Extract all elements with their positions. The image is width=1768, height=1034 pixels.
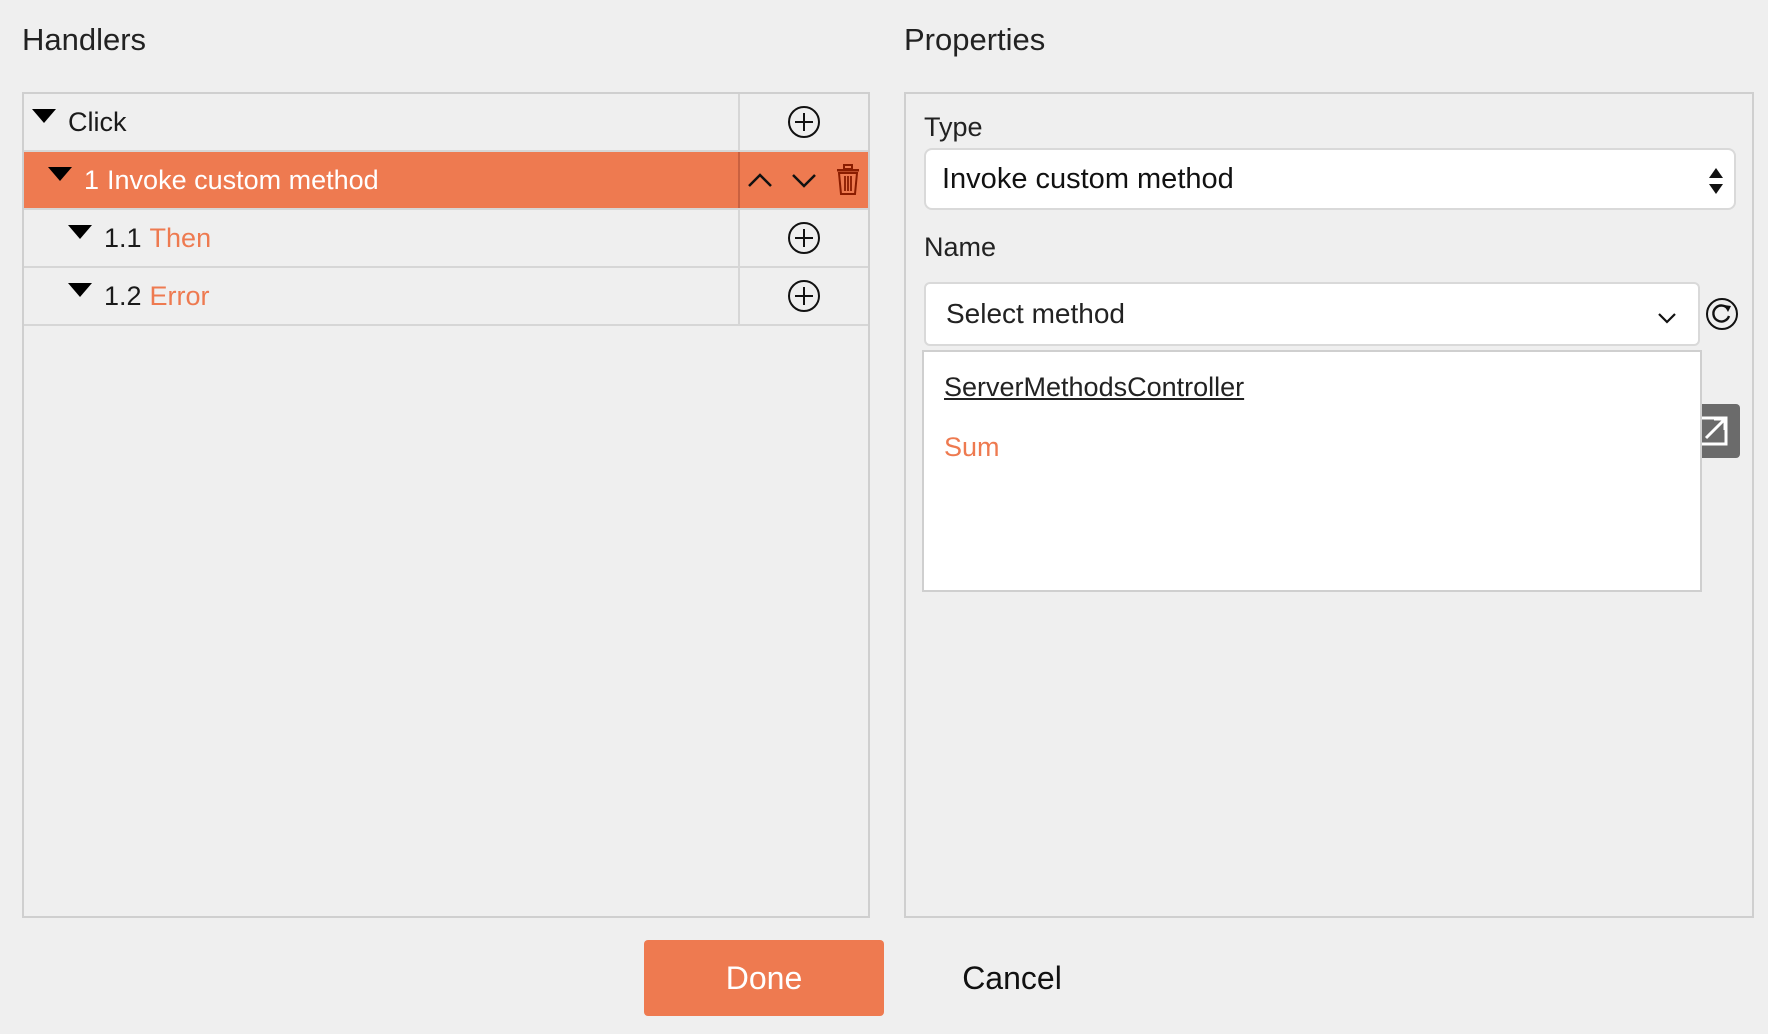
chevron-down-icon — [1656, 304, 1678, 336]
collapse-triangle-icon[interactable] — [68, 225, 92, 239]
properties-panel: Type Invoke custom method Name Select me… — [904, 92, 1754, 918]
method-select[interactable]: Select method — [924, 282, 1700, 346]
add-circle-icon[interactable] — [785, 219, 823, 257]
dropdown-item-sum[interactable]: Sum — [944, 432, 1000, 463]
cancel-button[interactable]: Cancel — [930, 940, 1094, 1016]
properties-title: Properties — [904, 22, 1046, 57]
row-actions — [738, 152, 868, 208]
move-down-chevron-icon[interactable] — [785, 161, 823, 199]
row-actions — [738, 210, 868, 266]
refresh-icon[interactable] — [1704, 296, 1740, 332]
handlers-title: Handlers — [22, 22, 147, 57]
collapse-triangle-icon[interactable] — [68, 283, 92, 297]
dropdown-item-servermethodscontroller[interactable]: ServerMethodsController — [944, 372, 1244, 403]
type-label: Type — [924, 112, 983, 142]
tree-row-number: 1 — [84, 164, 100, 195]
trash-icon[interactable] — [829, 161, 867, 199]
add-circle-icon[interactable] — [785, 103, 823, 141]
type-select[interactable]: Invoke custom method — [924, 148, 1736, 210]
tree-row-invoke-custom-method[interactable]: 1 Invoke custom method — [24, 152, 868, 210]
tree-row-number: 1.2 — [104, 280, 142, 311]
add-circle-icon[interactable] — [785, 277, 823, 315]
tree-row-number: 1.1 — [104, 222, 142, 253]
handlers-panel: Click 1 Invoke custom method 1.1 Then 1.… — [22, 92, 870, 918]
type-select-value: Invoke custom method — [942, 162, 1234, 195]
tree-row-error[interactable]: 1.2 Error — [24, 268, 868, 326]
tree-row-label: Click — [68, 106, 127, 137]
tree-row-label: Then — [149, 222, 212, 253]
move-up-chevron-icon[interactable] — [741, 161, 779, 199]
method-select-placeholder: Select method — [946, 298, 1125, 329]
collapse-triangle-icon[interactable] — [32, 109, 56, 123]
tree-row-label: Error — [149, 280, 210, 311]
tree-row-click[interactable]: Click — [24, 94, 868, 152]
done-button[interactable]: Done — [644, 940, 884, 1016]
name-label: Name — [924, 232, 997, 262]
method-dropdown-list: ServerMethodsController Sum — [922, 350, 1702, 592]
row-actions — [738, 268, 868, 324]
select-arrows-icon — [1708, 166, 1724, 204]
tree-row-then[interactable]: 1.1 Then — [24, 210, 868, 268]
row-actions — [738, 94, 868, 150]
collapse-triangle-icon[interactable] — [48, 167, 72, 181]
tree-row-label: Invoke custom method — [107, 164, 379, 195]
